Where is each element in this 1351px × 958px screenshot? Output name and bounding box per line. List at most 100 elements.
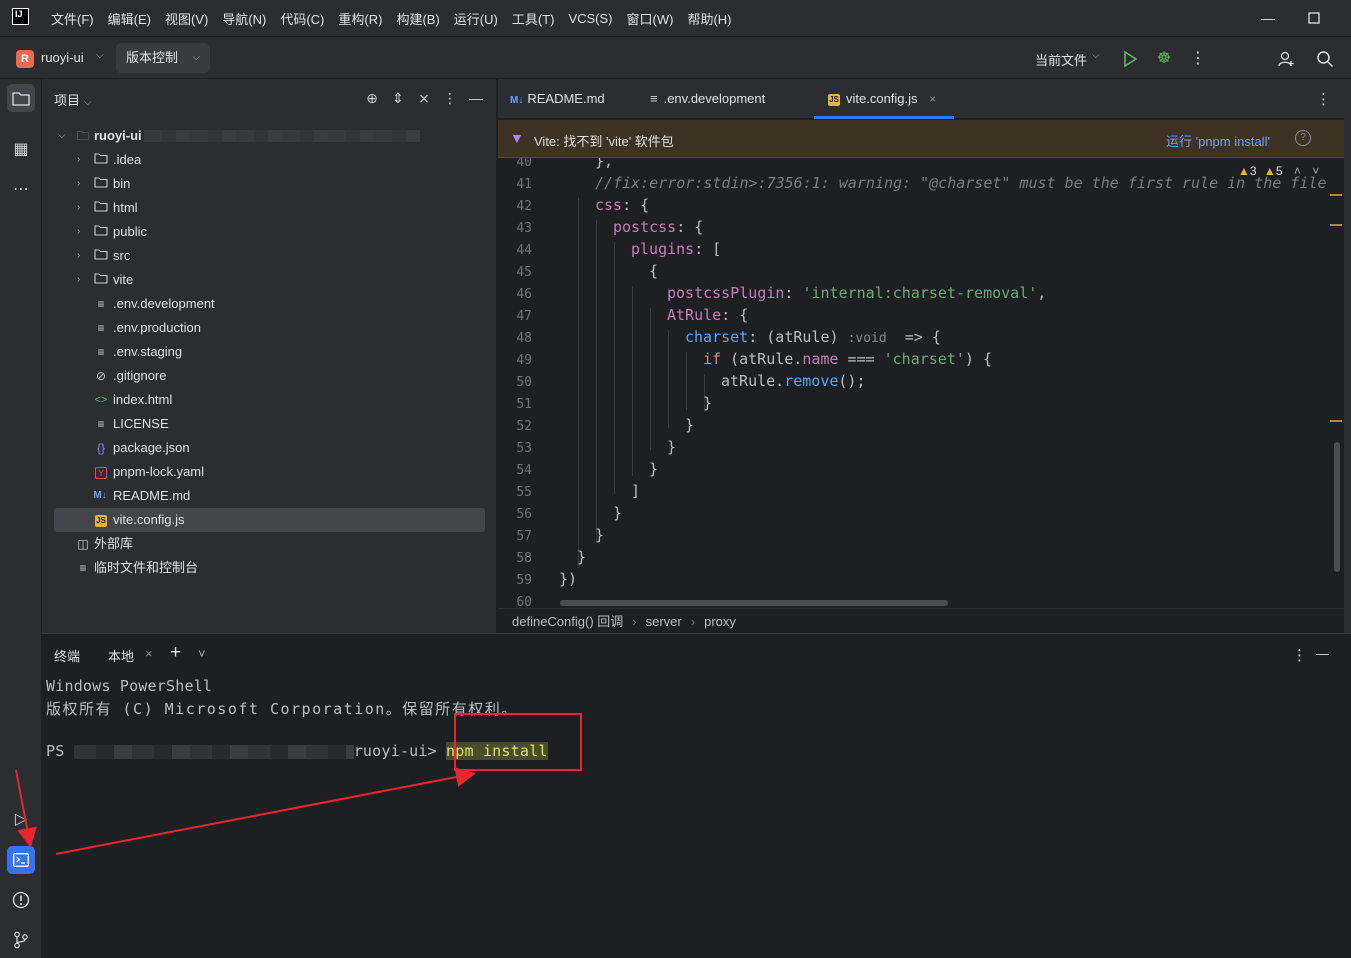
search-icon[interactable] — [1314, 48, 1336, 70]
tree-item[interactable]: › html — [42, 196, 497, 220]
code-line: postcssPlugin: 'internal:charset-removal… — [667, 284, 1047, 302]
tree-item[interactable]: › .idea — [42, 148, 497, 172]
vite-icon: ▼ — [510, 130, 524, 146]
tab-env-development[interactable]: ≡ .env.development — [650, 79, 765, 119]
folder-icon — [93, 244, 109, 268]
tree-root[interactable]: ⌵ 🗀 ruoyi-ui — [42, 124, 497, 148]
menu-edit[interactable]: 编辑(E) — [101, 9, 158, 28]
menu-build[interactable]: 构建(B) — [389, 9, 446, 28]
line-number: 40 — [516, 158, 532, 170]
maximize-icon[interactable] — [1304, 8, 1324, 28]
tab-label: .env.development — [663, 91, 766, 106]
editor-tabs: M↓ README.md ≡ .env.development JS vite.con… — [498, 79, 1344, 119]
options-icon[interactable]: ⋮ — [1292, 646, 1307, 664]
text-file-icon: ≡ — [97, 345, 105, 359]
menu-refactor[interactable]: 重构(R) — [331, 9, 389, 28]
tree-item-selected[interactable]: JS vite.config.js — [54, 508, 485, 532]
project-selector[interactable]: ruoyi-ui — [41, 50, 84, 65]
tree-item[interactable]: › public — [42, 220, 497, 244]
project-badge[interactable]: R — [16, 50, 34, 68]
tree-item[interactable]: ≡ .env.production — [42, 316, 497, 340]
breadcrumb-item[interactable]: server — [646, 614, 682, 629]
add-user-icon[interactable] — [1275, 48, 1297, 70]
line-number: 54 — [516, 463, 532, 478]
line-number: 53 — [516, 441, 532, 456]
menu-view[interactable]: 视图(V) — [158, 9, 215, 28]
run-icon[interactable] — [1119, 48, 1141, 70]
chevron-down-icon: ˅ — [1312, 164, 1320, 178]
tree-item[interactable]: ≡ LICENSE — [42, 412, 497, 436]
vcs-button[interactable]: 版本控制 ⌵ — [116, 43, 211, 73]
line-number: 55 — [516, 485, 532, 500]
horizontal-scrollbar[interactable] — [560, 600, 948, 606]
tab-label: vite.config.js — [846, 91, 918, 106]
line-number: 57 — [516, 529, 532, 544]
tab-vite-config[interactable]: JS vite.config.js × — [814, 79, 954, 119]
problems-icon[interactable] — [7, 886, 35, 914]
code-line: }) — [559, 570, 578, 588]
menu-vcs[interactable]: VCS(S) — [561, 11, 619, 26]
warning-marker[interactable] — [1330, 420, 1342, 422]
menu-tools[interactable]: 工具(T) — [505, 9, 562, 28]
tree-scratches[interactable]: ≡ 临时文件和控制台 — [42, 556, 497, 580]
tree-item-label: index.html — [113, 392, 173, 407]
debug-icon[interactable]: ☸ — [1153, 48, 1175, 70]
inspection-widget[interactable]: ▲3 ▲5 ˄ ˅ — [1238, 164, 1319, 178]
minimize-icon[interactable]: — — [1258, 8, 1278, 28]
js-file-icon: JS — [828, 93, 840, 106]
tree-item-label: 外部库 — [94, 536, 134, 551]
chevron-down-icon[interactable]: ⌵ — [96, 50, 104, 61]
warning-marker[interactable] — [1330, 194, 1342, 196]
project-view-selector[interactable]: 项目 ⌵ — [54, 90, 92, 109]
tree-item[interactable]: › bin — [42, 172, 497, 196]
folder-icon[interactable] — [7, 84, 35, 112]
line-number: 47 — [516, 309, 532, 324]
menu-code[interactable]: 代码(C) — [273, 9, 331, 28]
breadcrumb-item[interactable]: proxy — [704, 614, 736, 629]
tree-item[interactable]: ≡ .env.development — [42, 292, 497, 316]
banner-text: Vite: 找不到 'vite' 软件包 — [534, 134, 674, 149]
markdown-file-icon: M↓ — [93, 490, 107, 501]
run-pnpm-install-link[interactable]: 运行 'pnpm install' — [1166, 131, 1270, 150]
tree-external-libraries[interactable]: ◫ 外部库 — [42, 532, 497, 556]
more-tools-icon[interactable]: ⋯ — [7, 176, 35, 204]
hide-icon[interactable]: — — [1316, 646, 1329, 661]
tree-item[interactable]: ⊘ .gitignore — [42, 364, 497, 388]
tab-readme[interactable]: M↓ README.md — [510, 79, 605, 119]
menu-file[interactable]: 文件(F) — [44, 9, 101, 28]
warning-marker[interactable] — [1330, 224, 1342, 226]
git-icon[interactable] — [7, 926, 35, 954]
menu-help[interactable]: 帮助(H) — [680, 9, 738, 28]
collapse-all-icon[interactable]: ⨯ — [415, 89, 433, 107]
line-number: 51 — [516, 397, 532, 412]
tab-options-icon[interactable]: ⋮ — [1316, 90, 1331, 108]
code-line: } — [703, 394, 713, 412]
help-icon[interactable]: ? — [1295, 130, 1311, 146]
tree-item[interactable]: › vite — [42, 268, 497, 292]
expand-all-icon[interactable]: ⇕ — [389, 89, 407, 107]
run-config-selector[interactable]: 当前文件 — [1035, 50, 1087, 69]
breadcrumb-item[interactable]: defineConfig() 回调 — [512, 614, 623, 629]
hide-icon[interactable]: — — [467, 89, 485, 107]
code-editor[interactable]: 40 41 42 43 44 45 46 47 48 49 50 51 52 5… — [498, 158, 1344, 608]
tree-item[interactable]: Y pnpm-lock.yaml — [42, 460, 497, 484]
options-icon[interactable]: ⋮ — [441, 89, 459, 107]
locate-icon[interactable]: ⊕ — [363, 89, 381, 107]
tree-item[interactable]: <> index.html — [42, 388, 497, 412]
close-icon[interactable]: × — [929, 92, 936, 106]
tree-item[interactable]: ≡ .env.staging — [42, 340, 497, 364]
chevron-down-icon[interactable]: ⌵ — [1092, 50, 1100, 61]
vertical-scrollbar[interactable] — [1334, 442, 1340, 572]
menu-run[interactable]: 运行(U) — [447, 9, 505, 28]
chevron-right-icon: › — [77, 274, 81, 285]
code-line: charset: (atRule) :void => { — [685, 328, 941, 346]
code-line: } — [649, 460, 659, 478]
tree-item[interactable]: › src — [42, 244, 497, 268]
tree-item[interactable]: {} package.json — [42, 436, 497, 460]
chevron-right-icon: › — [690, 614, 696, 629]
menu-navigate[interactable]: 导航(N) — [215, 9, 273, 28]
structure-icon[interactable]: ▦ — [7, 136, 35, 164]
tree-item[interactable]: M↓ README.md — [42, 484, 497, 508]
more-icon[interactable]: ⋮ — [1187, 48, 1209, 70]
menu-window[interactable]: 窗口(W) — [620, 9, 681, 28]
